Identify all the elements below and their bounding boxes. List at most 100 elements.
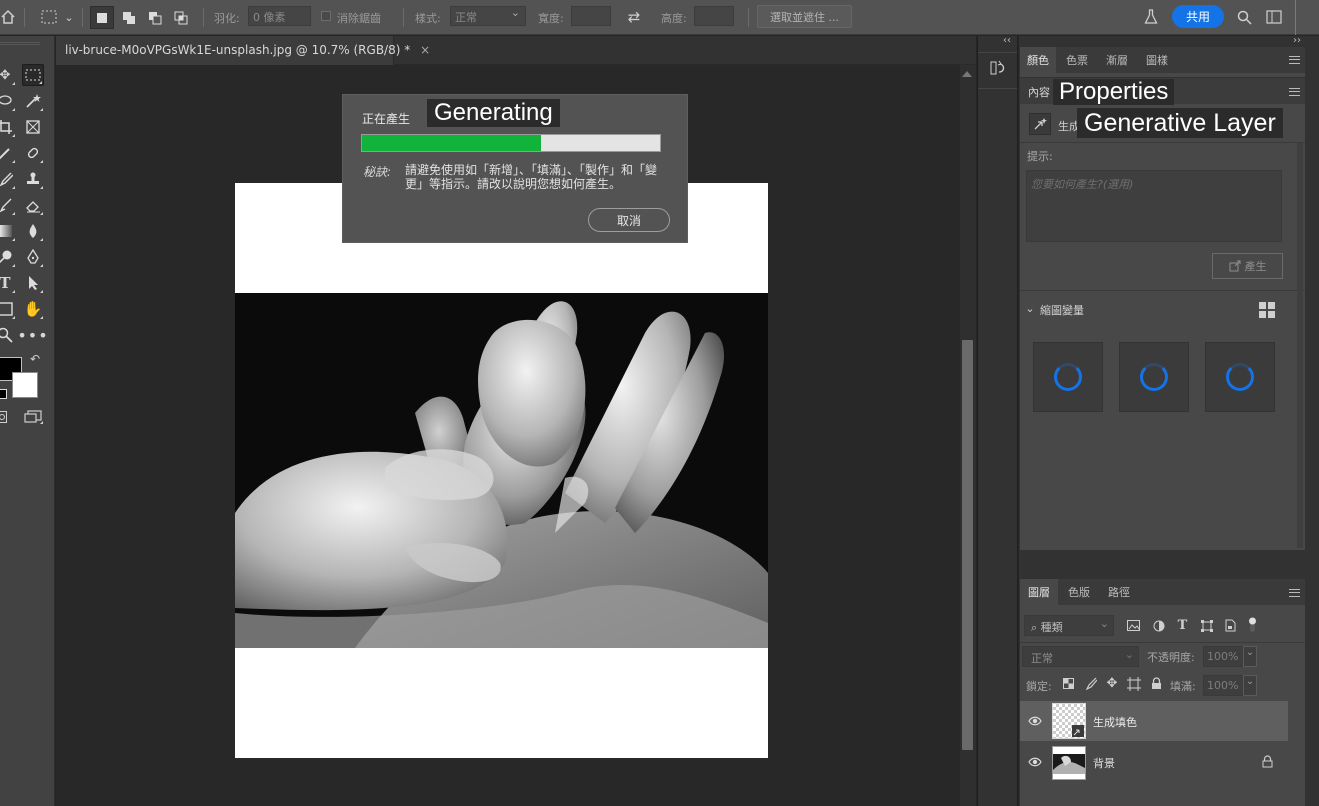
swap-icon[interactable]: ⇄ <box>624 8 644 26</box>
opacity-input[interactable]: 100% ⌄ <box>1203 646 1257 667</box>
variation-thumbnail-2[interactable] <box>1119 342 1189 412</box>
workspace-icon[interactable] <box>1264 7 1284 27</box>
tab-color[interactable]: 顏色 <box>1020 47 1056 73</box>
magic-wand-tool-icon[interactable] <box>22 90 44 112</box>
frame-tool-icon[interactable] <box>22 116 44 138</box>
background-color-swatch[interactable] <box>12 372 38 398</box>
chevron-down-icon[interactable]: ⌄ <box>62 8 76 26</box>
lasso-tool-icon[interactable] <box>0 90 16 112</box>
hand-tool-icon[interactable]: ✋ <box>22 298 44 320</box>
eraser-tool-icon[interactable] <box>22 194 44 216</box>
expand-arrows-icon[interactable]: ‹‹ <box>978 36 1017 46</box>
path-selection-tool-icon[interactable] <box>22 272 44 294</box>
healing-brush-tool-icon[interactable] <box>22 142 44 164</box>
loading-spinner-icon <box>1054 363 1082 391</box>
close-icon[interactable]: × <box>420 43 430 57</box>
cancel-button[interactable]: 取消 <box>588 208 670 232</box>
lock-all-icon[interactable] <box>1149 676 1163 691</box>
marquee-preset-icon[interactable] <box>38 7 60 27</box>
vertical-scrollbar[interactable] <box>960 65 976 806</box>
generating-caption: Generating <box>427 99 560 127</box>
rectangle-tool-icon[interactable] <box>0 298 16 320</box>
flask-icon[interactable] <box>1142 7 1160 27</box>
grid-view-icon[interactable] <box>1259 302 1275 318</box>
tab-swatches[interactable]: 色票 <box>1058 47 1096 73</box>
layer-thumbnail-background <box>1052 746 1086 780</box>
rectangular-marquee-tool-icon[interactable] <box>22 64 44 86</box>
prompt-input[interactable]: 您要如何產生?(選用) <box>1026 170 1282 242</box>
tab-channels[interactable]: 色版 <box>1060 579 1098 605</box>
eyedropper-tool-icon[interactable] <box>0 142 16 164</box>
progress-fill <box>362 135 541 151</box>
search-icon[interactable] <box>1235 7 1253 27</box>
add-selection-button[interactable] <box>117 6 141 29</box>
layer-filter-select[interactable]: ⌕ 種類 ⌄ <box>1024 615 1114 636</box>
lock-transparent-icon[interactable] <box>1063 678 1074 689</box>
lock-pixels-icon[interactable] <box>1083 676 1098 691</box>
variation-thumbnail-1[interactable] <box>1033 342 1103 412</box>
filter-smart-object-icon[interactable] <box>1222 618 1237 633</box>
variations-chevron-icon[interactable]: ⌄ <box>1024 301 1036 315</box>
history-panel-icon[interactable] <box>988 58 1008 78</box>
more-tools-icon[interactable]: ••• <box>17 324 47 346</box>
quick-mask-icon[interactable] <box>0 410 8 424</box>
properties-scrollbar[interactable] <box>1297 143 1303 548</box>
generate-button[interactable]: 產生 <box>1212 253 1283 279</box>
screen-mode-icon[interactable] <box>22 409 44 425</box>
move-tool-icon[interactable]: ✥ <box>0 64 16 86</box>
tab-paths[interactable]: 路徑 <box>1100 579 1138 605</box>
layer-name: 生成填色 <box>1093 716 1137 729</box>
filter-shape-icon[interactable] <box>1199 618 1214 633</box>
layers-panel-tabs: 圖層 色版 路徑 <box>1020 579 1305 605</box>
tab-gradients[interactable]: 漸層 <box>1098 47 1136 73</box>
variation-thumbnail-3[interactable] <box>1205 342 1275 412</box>
document-tab[interactable]: liv-bruce-M0oVPGsWk1E-unsplash.jpg @ 10.… <box>56 36 430 65</box>
default-colors-icon[interactable] <box>0 389 7 399</box>
filter-toggle-switch[interactable] <box>1248 617 1257 633</box>
fill-input[interactable]: 100% ⌄ <box>1203 675 1257 696</box>
antialias-checkbox[interactable] <box>321 11 331 21</box>
properties-caption: Properties <box>1053 79 1175 105</box>
blend-mode-select[interactable]: 正常 ⌄ <box>1022 646 1139 667</box>
pen-tool-icon[interactable] <box>22 246 44 268</box>
swap-colors-icon[interactable]: ↶ <box>28 352 42 366</box>
height-input[interactable] <box>694 6 734 26</box>
history-brush-tool-icon[interactable] <box>0 194 16 216</box>
lock-icon[interactable] <box>1262 755 1273 768</box>
gradient-tool-icon[interactable] <box>0 220 16 242</box>
type-tool-icon[interactable]: T <box>0 272 16 294</box>
properties-panel: 內容 Properties 生成 Generative Layer 提示: 您要… <box>1020 78 1305 550</box>
tab-patterns[interactable]: 圖樣 <box>1138 47 1176 73</box>
panel-menu-icon[interactable] <box>1289 56 1300 64</box>
generative-layer-caption: Generative Layer <box>1077 108 1283 138</box>
scrollbar-thumb[interactable] <box>962 340 973 750</box>
properties-menu-icon[interactable] <box>1289 88 1300 96</box>
collapse-arrows-icon[interactable]: ›› <box>1019 36 1305 46</box>
filter-adjustment-icon[interactable] <box>1151 618 1166 633</box>
feather-input[interactable]: 0 像素 <box>248 6 311 26</box>
lock-position-icon[interactable]: ✥ <box>1104 675 1120 691</box>
new-selection-button[interactable] <box>90 6 114 29</box>
eye-icon[interactable] <box>1028 755 1042 769</box>
eye-icon[interactable] <box>1028 714 1042 728</box>
brush-tool-icon[interactable] <box>0 168 16 190</box>
crop-tool-icon[interactable] <box>0 116 16 138</box>
tab-layers[interactable]: 圖層 <box>1020 579 1058 605</box>
layer-row-background[interactable]: 背景 <box>1020 742 1288 782</box>
blur-tool-icon[interactable] <box>22 220 44 242</box>
layers-menu-icon[interactable] <box>1289 589 1300 597</box>
filter-type-icon[interactable]: T <box>1175 617 1190 633</box>
lock-artboard-icon[interactable] <box>1126 676 1142 691</box>
dodge-tool-icon[interactable] <box>0 246 16 268</box>
subtract-selection-button[interactable] <box>143 6 167 29</box>
style-select[interactable]: 正常 <box>450 6 526 26</box>
home-icon[interactable] <box>0 7 16 27</box>
share-button[interactable]: 共用 <box>1172 5 1224 28</box>
intersect-selection-button[interactable] <box>169 6 193 29</box>
layer-row-generative-fill[interactable]: 生成填色 <box>1020 701 1288 741</box>
filter-pixel-icon[interactable] <box>1126 618 1141 633</box>
select-and-mask-button[interactable]: 選取並遮住 ... <box>757 5 852 28</box>
zoom-tool-icon[interactable] <box>0 324 16 346</box>
clone-stamp-tool-icon[interactable] <box>22 168 44 190</box>
width-input[interactable] <box>571 6 611 26</box>
